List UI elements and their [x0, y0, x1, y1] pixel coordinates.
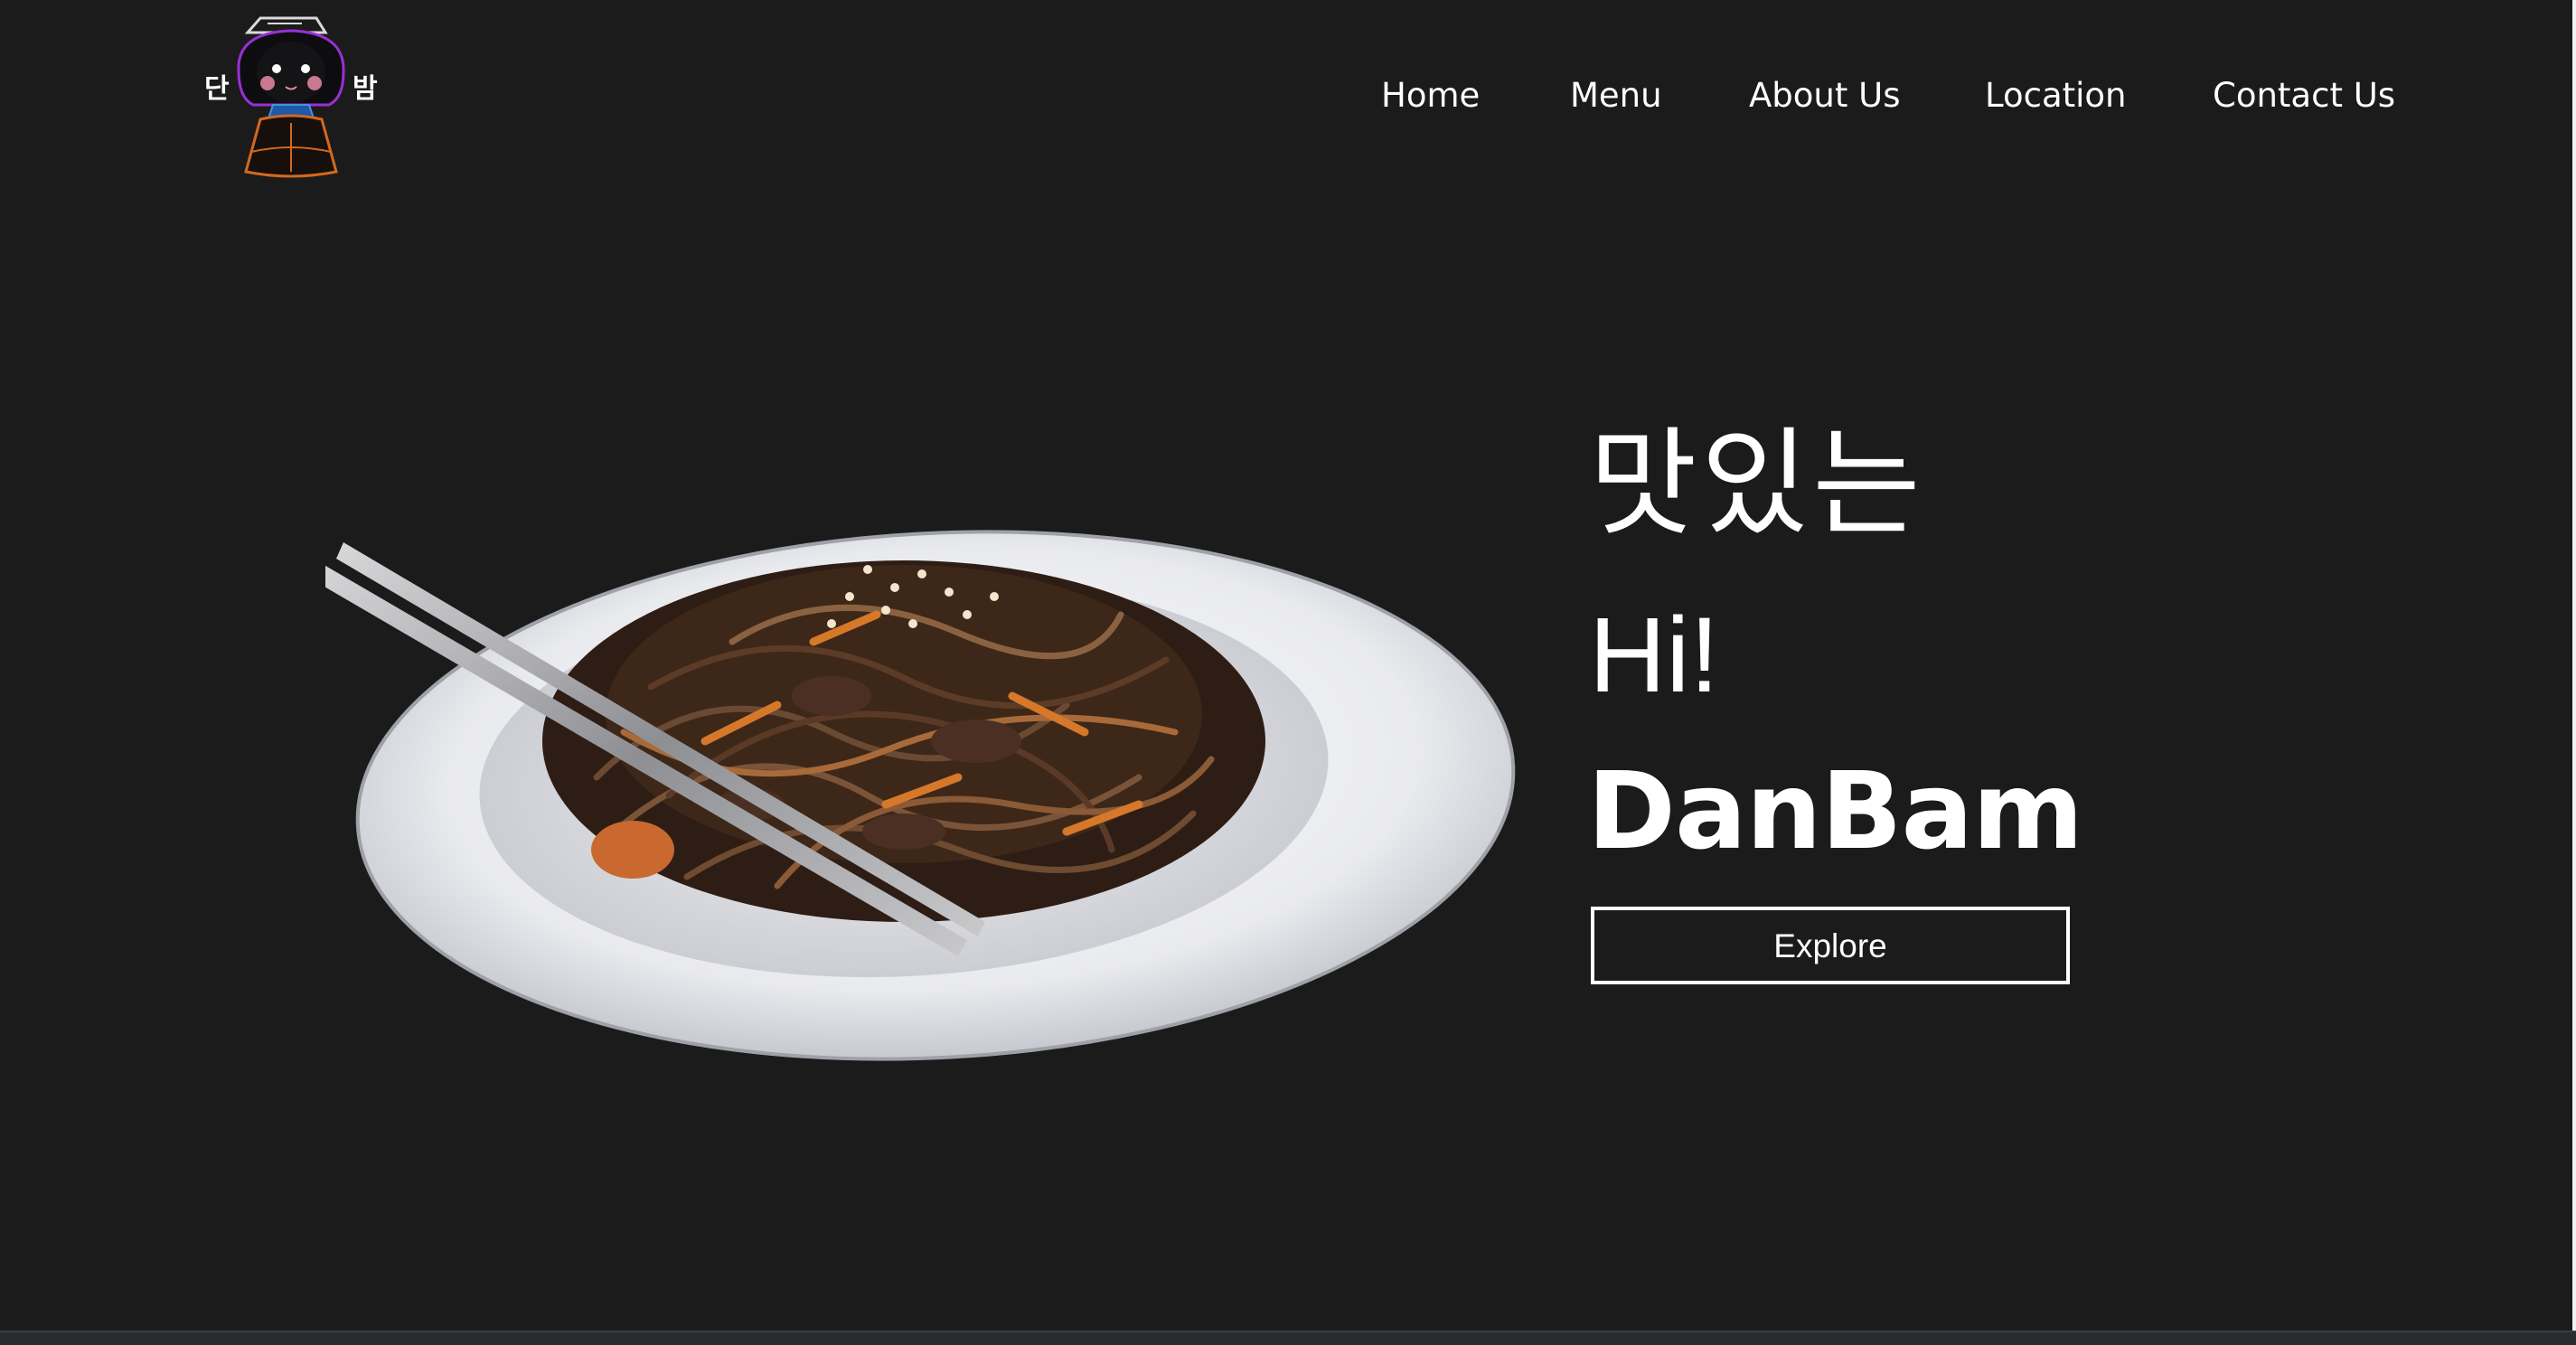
logo[interactable]: 단 밤: [201, 7, 390, 179]
hanbok-girl-mascot-icon: 단 밤: [204, 16, 378, 178]
japchae-noodle-plate-image: [307, 530, 1516, 1061]
nav-menu-link[interactable]: Menu: [1570, 71, 1662, 121]
bottom-scrollbar-strip: [0, 1331, 2576, 1345]
nav-about-us-link[interactable]: About Us: [1749, 71, 1901, 121]
hero-brand-name: DanBam: [1587, 748, 2083, 873]
main-nav: Home Menu About Us Location Contact Us: [1338, 71, 2422, 121]
page: 단 밤 Home Menu About Us Location Contact …: [0, 0, 2576, 1331]
nav-location-link[interactable]: Location: [1985, 71, 2127, 121]
logo-left-glyph: 단: [204, 73, 230, 105]
hero-korean-tagline: 맛있는: [1589, 415, 1924, 552]
logo-right-glyph: 밤: [353, 73, 378, 105]
page-edge: [2572, 0, 2576, 1331]
hero-food-image: [307, 506, 1546, 1067]
nav-home-link[interactable]: Home: [1381, 71, 1480, 121]
nav-contact-us-link[interactable]: Contact Us: [2213, 71, 2395, 121]
explore-button[interactable]: Explore: [1591, 907, 2070, 984]
hero-greeting: Hi!: [1589, 596, 1720, 715]
